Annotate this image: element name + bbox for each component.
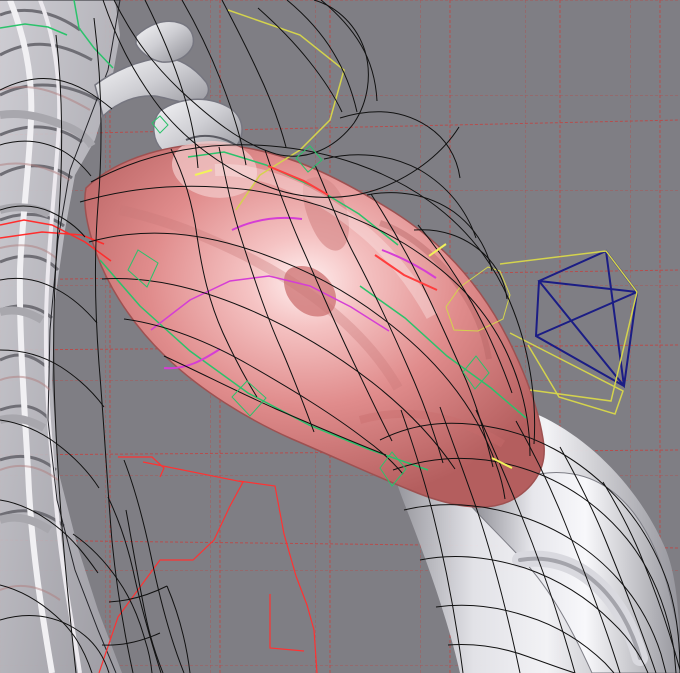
scene-canvas[interactable] [0,0,680,673]
3d-viewport[interactable] [0,0,680,673]
